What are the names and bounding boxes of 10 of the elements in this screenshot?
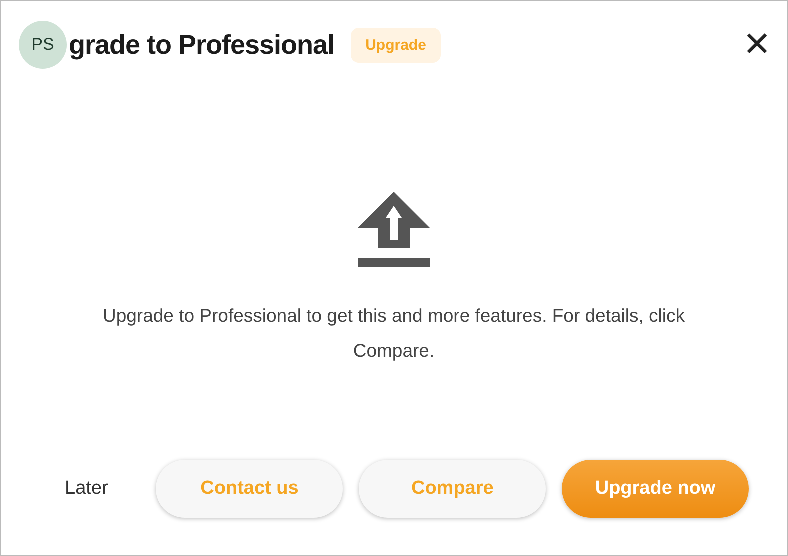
message-text: Upgrade to Professional to get this and more features. For details, click Compare. [102,304,686,363]
secondary-button[interactable]: Contact us [156,460,344,518]
close-button[interactable]: ✕ [743,28,771,62]
upgrade-badge: Upgrade [350,28,442,62]
secondary-button[interactable]: Compare [359,460,546,518]
later-link[interactable]: Later [45,460,128,518]
dialog-title: grade to Professional [69,30,335,60]
avatar: PS [19,21,67,69]
upload-icon [356,190,432,268]
upgrade-button[interactable]: Upgrade now [562,460,749,518]
